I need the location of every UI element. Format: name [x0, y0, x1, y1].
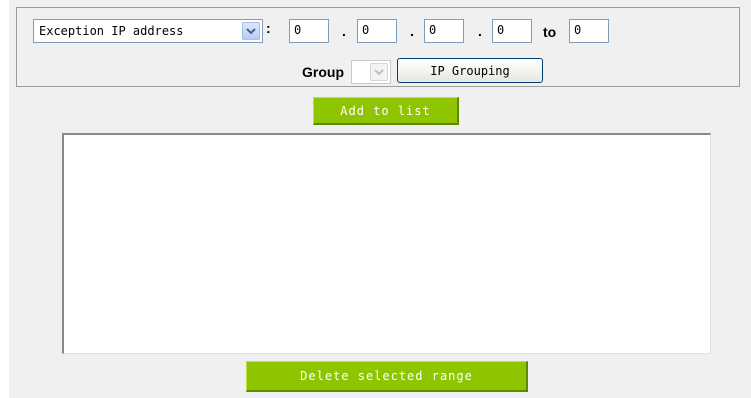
ip-octet-3-input[interactable]: 0 [424, 19, 464, 43]
delete-selected-range-button[interactable]: Delete selected range [246, 361, 528, 392]
ip-dot-3: . [478, 23, 482, 39]
chevron-down-icon[interactable] [242, 22, 260, 40]
add-to-list-button[interactable]: Add to list [313, 97, 459, 125]
ip-dot-1: . [342, 23, 346, 39]
ip-range-end-input[interactable]: 0 [569, 19, 609, 43]
ip-dot-2: . [410, 23, 414, 39]
ip-octet-2-input[interactable]: 0 [357, 19, 397, 43]
ip-octet-4-input[interactable]: 0 [492, 19, 532, 43]
ip-grouping-button[interactable]: IP Grouping [397, 58, 543, 83]
ip-colon: : [266, 20, 271, 36]
ip-octet-1-input[interactable]: 0 [289, 19, 329, 43]
chevron-down-icon[interactable] [370, 63, 388, 81]
range-type-select[interactable]: Exception IP address [33, 19, 263, 43]
group-label: Group [302, 64, 344, 80]
range-listbox[interactable] [62, 133, 711, 354]
group-select[interactable] [351, 60, 391, 84]
range-type-select-value: Exception IP address [39, 24, 184, 38]
to-label: to [543, 24, 557, 40]
